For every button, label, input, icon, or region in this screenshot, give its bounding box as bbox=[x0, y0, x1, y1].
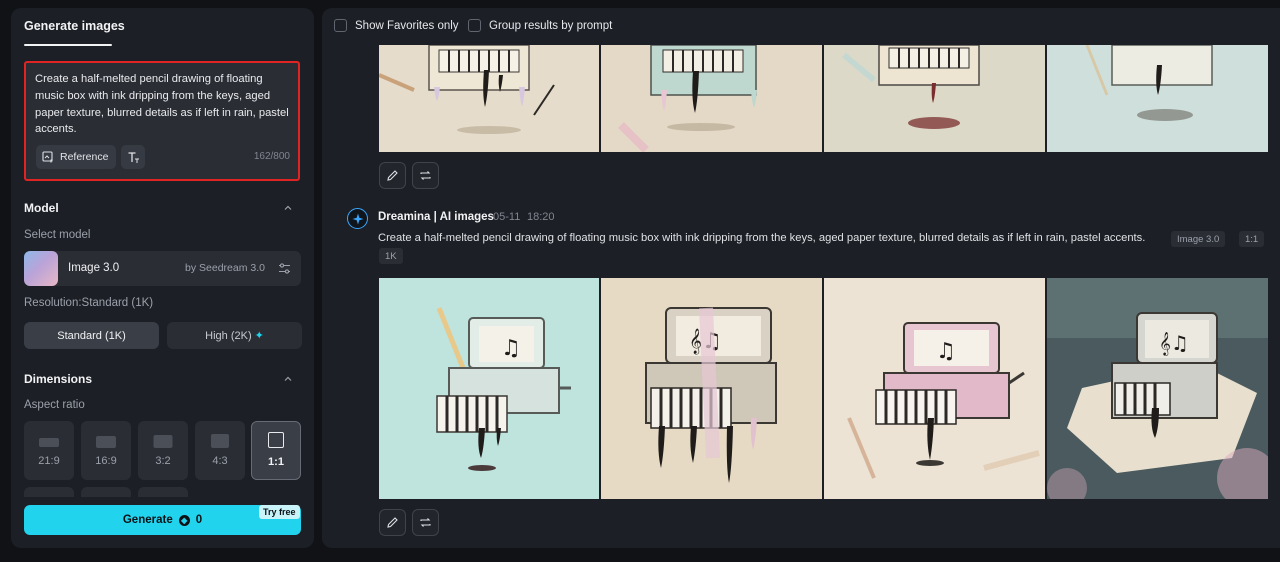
result-image[interactable]: ♫ bbox=[379, 278, 599, 499]
model-name: Image 3.0 bbox=[68, 262, 120, 274]
edit-button[interactable] bbox=[379, 509, 406, 536]
generate-label: Generate bbox=[122, 514, 173, 526]
favorites-filter[interactable]: Show Favorites only bbox=[334, 19, 459, 32]
group-filter[interactable]: Group results by prompt bbox=[468, 19, 612, 32]
prompt-input[interactable]: Create a half-melted pencil drawing of f… bbox=[24, 61, 300, 181]
model-chip: Image 3.0 bbox=[1171, 231, 1226, 247]
ratio-option-16-9[interactable]: 16:9 bbox=[81, 421, 131, 480]
resolution-label: Resolution:Standard (1K) bbox=[24, 297, 154, 309]
ratio-3-2-icon bbox=[153, 435, 173, 448]
sender-name: Dreamina | AI images bbox=[378, 211, 494, 223]
ratio-option-21-9[interactable]: 21:9 bbox=[24, 421, 74, 480]
repeat-icon bbox=[420, 518, 431, 527]
bot-avatar bbox=[347, 208, 368, 229]
regenerate-button[interactable] bbox=[412, 509, 439, 536]
char-count: 162/800 bbox=[253, 151, 290, 162]
svg-text:𝄞♫: 𝄞♫ bbox=[1159, 331, 1189, 356]
ratio-label: 1:1 bbox=[268, 456, 284, 468]
result-image[interactable] bbox=[601, 45, 822, 152]
favorites-filter-label: Show Favorites only bbox=[355, 19, 459, 32]
resolution-high-label: High (2K) bbox=[205, 329, 252, 342]
resolution-chip: 1K bbox=[379, 248, 403, 264]
favorites-checkbox[interactable] bbox=[334, 19, 347, 32]
credit-icon: ◆ bbox=[178, 514, 190, 526]
credit-count: 0 bbox=[195, 514, 203, 526]
result-image[interactable] bbox=[379, 45, 599, 152]
ratio-4-3-icon bbox=[211, 434, 229, 448]
result-image[interactable]: ♫ bbox=[824, 278, 1045, 499]
dimensions-section-title: Dimensions bbox=[24, 372, 93, 386]
ratio-option-3-2[interactable]: 3:2 bbox=[138, 421, 188, 480]
ratio-option-row2[interactable] bbox=[81, 487, 131, 497]
image-add-icon bbox=[42, 151, 53, 163]
ratio-option-row2[interactable] bbox=[24, 487, 74, 497]
edit-button[interactable] bbox=[379, 162, 406, 189]
ratio-label: 16:9 bbox=[95, 455, 117, 467]
prompt-text[interactable]: Create a half-melted pencil drawing of f… bbox=[35, 71, 290, 138]
ratio-1-1-icon bbox=[268, 432, 284, 448]
result-image[interactable]: 𝄞♫ bbox=[601, 278, 822, 499]
ratio-option-row2[interactable] bbox=[138, 487, 188, 497]
tab-generate-images[interactable]: Generate images bbox=[24, 19, 125, 33]
message-time: 18:20 bbox=[527, 211, 555, 223]
pencil-icon bbox=[387, 517, 398, 528]
group-filter-label: Group results by prompt bbox=[489, 19, 613, 32]
result-image[interactable]: 𝄞♫ bbox=[1047, 278, 1268, 499]
text-format-icon bbox=[128, 151, 139, 163]
svg-text:♫: ♫ bbox=[501, 336, 521, 361]
left-panel: Generate images Create a half-melted pen… bbox=[11, 8, 314, 548]
sparkle-star-icon bbox=[352, 213, 363, 224]
ratio-16-9-icon bbox=[96, 436, 116, 448]
model-section-title: Model bbox=[24, 201, 59, 215]
result-image[interactable] bbox=[1047, 45, 1268, 152]
select-model-label: Select model bbox=[24, 229, 91, 241]
svg-text:♫: ♫ bbox=[936, 339, 956, 364]
ratio-21-9-icon bbox=[39, 438, 59, 447]
reference-button[interactable]: Reference bbox=[36, 145, 116, 169]
chevron-up-icon[interactable] bbox=[283, 374, 293, 384]
ratio-label: 3:2 bbox=[155, 455, 171, 467]
reference-label: Reference bbox=[60, 151, 109, 163]
ratio-label: 21:9 bbox=[38, 455, 60, 467]
group-checkbox[interactable] bbox=[468, 19, 481, 32]
chevron-up-icon[interactable] bbox=[283, 203, 293, 213]
sliders-icon[interactable] bbox=[278, 262, 291, 275]
ratio-option-4-3[interactable]: 4:3 bbox=[195, 421, 245, 480]
model-thumbnail bbox=[24, 251, 58, 286]
aspect-ratio-label: Aspect ratio bbox=[24, 399, 85, 411]
model-select[interactable]: Image 3.0 by Seedream 3.0 bbox=[24, 251, 301, 286]
resolution-standard-label: Standard (1K) bbox=[57, 329, 126, 342]
regenerate-button[interactable] bbox=[412, 162, 439, 189]
ratio-chip: 1:1 bbox=[1239, 231, 1265, 247]
message-date: 05-11 bbox=[493, 211, 521, 223]
text-style-button[interactable] bbox=[121, 145, 145, 169]
resolution-high-button[interactable]: High (2K) ✦ bbox=[167, 322, 302, 349]
model-provider: by Seedream 3.0 bbox=[185, 262, 265, 274]
ratio-option-1-1[interactable]: 1:1 bbox=[251, 421, 301, 480]
pencil-icon bbox=[387, 170, 398, 181]
result-image[interactable] bbox=[824, 45, 1045, 152]
try-free-badge: Try free bbox=[259, 505, 300, 519]
results-panel: Show Favorites only Group results by pro… bbox=[322, 8, 1280, 548]
message-prompt[interactable]: Create a half-melted pencil drawing of f… bbox=[378, 232, 1145, 244]
ratio-label: 4:3 bbox=[212, 455, 228, 467]
tab-active-indicator bbox=[24, 44, 112, 46]
resolution-standard-button[interactable]: Standard (1K) bbox=[24, 322, 159, 349]
sparkle-icon: ✦ bbox=[254, 330, 264, 342]
repeat-icon bbox=[420, 171, 431, 180]
